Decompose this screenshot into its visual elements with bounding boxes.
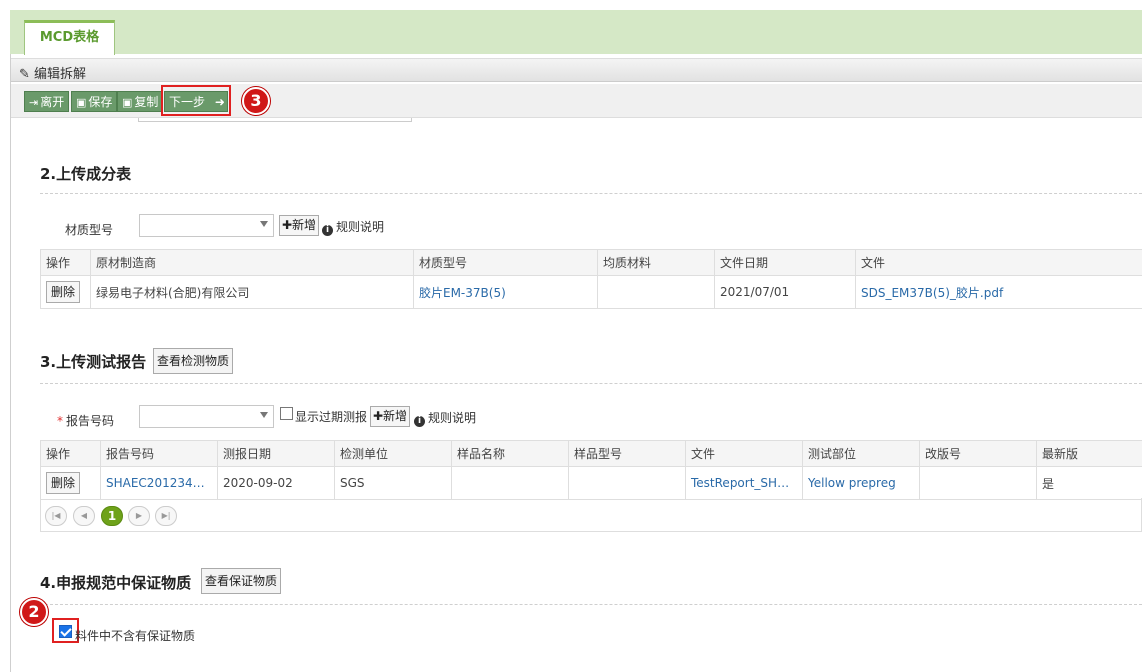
page-number-current[interactable]: 1 [101, 506, 123, 526]
delete-button[interactable]: 删除 [46, 472, 81, 494]
tab-bar: MCD表格 [10, 10, 1142, 55]
table-header-row: 操作 原材制造商 材质型号 均质材料 文件日期 文件 [40, 249, 1142, 276]
divider [40, 383, 1142, 384]
section3-title: 3.上传测试报告 [40, 353, 147, 371]
material-model-label: 材质型号 [65, 223, 114, 237]
col-header: 报告号码 [100, 440, 218, 467]
divider [40, 193, 1142, 194]
chevron-down-icon [260, 412, 268, 418]
edit-icon: ✎ [19, 67, 30, 82]
leave-label: 离开 [40, 95, 65, 109]
col-header: 均质材料 [597, 249, 715, 276]
material-link[interactable]: 胶片EM-37B(5) [413, 275, 598, 309]
revision-cell [919, 466, 1037, 500]
divider [40, 604, 1142, 605]
pager: |◀ ◀ 1 ▶ ▶| [40, 498, 1142, 532]
report-no-select[interactable] [139, 405, 274, 428]
composition-table: 操作 原材制造商 材质型号 均质材料 文件日期 文件 删除 绿易电子材料(合肥)… [40, 249, 1142, 309]
table-row: 删除 SHAEC2012341… 2020-09-02 SGS TestRepo… [40, 466, 1142, 500]
no-guaranteed-substance-checkbox[interactable] [59, 625, 72, 638]
file-link[interactable]: TestReport_SHA… [685, 466, 803, 500]
sample-name-cell [451, 466, 569, 500]
save-label: 保存 [88, 95, 113, 109]
col-header: 检测单位 [334, 440, 452, 467]
add-report-button[interactable]: ✚新增 [370, 406, 411, 427]
section4-title: 4.申报规范中保证物质 [40, 574, 192, 592]
table-header-row: 操作 报告号码 测报日期 检测单位 样品名称 样品型号 文件 测试部位 改版号 … [40, 440, 1142, 467]
col-header: 测试部位 [802, 440, 920, 467]
date-cell: 2021/07/01 [714, 275, 856, 309]
lab-cell: SGS [334, 466, 452, 500]
view-test-substances-button[interactable]: 查看检测物质 [153, 348, 234, 374]
action-cell: 删除 [40, 466, 101, 500]
report-no-label: * 报告号码 [57, 412, 114, 429]
floppy-icon: ▣ [76, 96, 87, 109]
col-header: 改版号 [919, 440, 1037, 467]
view-guaranteed-substances-button[interactable]: 查看保证物质 [201, 568, 282, 594]
col-header: 材质型号 [413, 249, 598, 276]
homogeneous-cell [597, 275, 715, 309]
show-expired-checkbox[interactable] [280, 407, 293, 420]
panel-title-text: 编辑拆解 [34, 67, 87, 82]
chevron-down-icon [260, 221, 268, 227]
no-guaranteed-substance-label: 料件中不含有保证物质 [75, 629, 196, 643]
material-model-select[interactable] [139, 214, 274, 237]
exit-icon: ⇥ [29, 96, 39, 109]
table-row: 删除 绿易电子材料(合肥)有限公司 胶片EM-37B(5) 2021/07/01… [40, 275, 1142, 309]
info-icon: i [414, 416, 425, 427]
left-border [10, 54, 11, 672]
input-remnant [138, 118, 412, 122]
col-header: 文件日期 [714, 249, 856, 276]
tab-mcd-table[interactable]: MCD表格 [24, 20, 115, 55]
copy-label: 复制 [134, 95, 159, 109]
part-link[interactable]: Yellow prepreg [802, 466, 920, 500]
col-header: 样品名称 [451, 440, 569, 467]
add-material-button[interactable]: ✚新增 [279, 215, 320, 236]
rules-text: 规则说明 [336, 220, 385, 234]
col-header: 样品型号 [568, 440, 686, 467]
col-header: 最新版 [1036, 440, 1142, 467]
next-page-icon[interactable]: ▶ [128, 506, 150, 526]
highlight-next-step [161, 85, 231, 116]
file-link[interactable]: SDS_EM37B(5)_胶片.pdf [855, 275, 1142, 309]
report-no-label-text: 报告号码 [66, 414, 115, 428]
col-header: 文件 [855, 249, 1142, 276]
show-expired-label: 显示过期测报 [295, 410, 368, 424]
col-header: 操作 [40, 440, 101, 467]
first-page-icon[interactable]: |◀ [45, 506, 67, 526]
last-page-icon[interactable]: ▶| [155, 506, 177, 526]
test-report-table: 操作 报告号码 测报日期 检测单位 样品名称 样品型号 文件 测试部位 改版号 … [40, 440, 1142, 500]
latest-cell: 是 [1036, 466, 1142, 500]
save-button[interactable]: ▣ 保存 [71, 91, 118, 112]
leave-button[interactable]: ⇥ 离开 [24, 91, 70, 112]
prev-page-icon[interactable]: ◀ [73, 506, 95, 526]
copy-button[interactable]: ▣ 复制 [117, 91, 164, 112]
report-no-link[interactable]: SHAEC2012341… [100, 466, 218, 500]
col-header: 操作 [40, 249, 91, 276]
col-header: 原材制造商 [90, 249, 414, 276]
step-badge-3: 3 [242, 87, 270, 115]
info-icon: i [322, 225, 333, 236]
col-header: 测报日期 [217, 440, 335, 467]
action-cell: 删除 [40, 275, 91, 309]
section2-title: 2.上传成分表 [40, 165, 132, 183]
manufacturer-cell: 绿易电子材料(合肥)有限公司 [90, 275, 414, 309]
col-header: 文件 [685, 440, 803, 467]
date-cell: 2020-09-02 [217, 466, 335, 500]
required-mark: * [57, 414, 63, 428]
rules-link[interactable]: i 规则说明 [322, 218, 384, 236]
rules-text: 规则说明 [428, 411, 477, 425]
panel-title-bar: ✎ 编辑拆解 [11, 58, 1142, 82]
step-badge-2: 2 [20, 598, 48, 626]
rules-link[interactable]: i 规则说明 [414, 409, 476, 427]
delete-button[interactable]: 删除 [46, 281, 81, 303]
panel-title: ✎ 编辑拆解 [19, 63, 86, 82]
sample-model-cell [568, 466, 686, 500]
floppy-icon: ▣ [122, 96, 133, 109]
